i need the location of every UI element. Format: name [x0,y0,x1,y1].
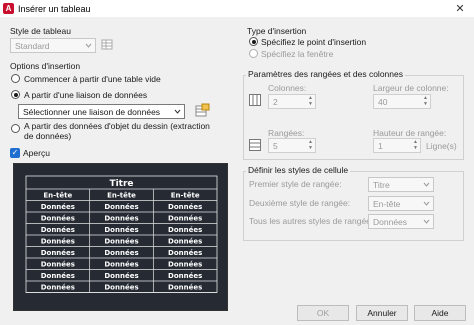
rows-value: 5 [273,140,278,151]
preview-cell-text: Données [41,238,75,246]
radio-data-link[interactable] [11,90,20,99]
radio-object-data-label: A partir des données d'objet du dessin (… [24,121,210,141]
table-preview: Titre En-tête En-tête En-tête Données Données… [13,163,228,311]
chevron-down-icon [423,219,430,224]
first-row-style-value: Titre [373,179,390,190]
title-bar: A Insérer un tableau ✕ [0,0,474,17]
cell-styles-label: Définir les styles de cellule [246,165,351,175]
chevron-down-icon [423,201,430,206]
insert-options-label: Options d'insertion [10,61,81,71]
first-row-style-label: Premier style de rangée: [249,179,342,189]
radio-object-data[interactable] [11,124,20,133]
second-row-style-value: En-tête [373,198,401,209]
preview-checkbox[interactable]: ✓ [10,148,20,158]
rows-cols-label: Paramètres des rangées et des colonnes [246,69,405,79]
chevron-down-icon [85,43,92,48]
preview-cell-text: Données [168,284,202,292]
preview-cell-text: Données [168,238,202,246]
radio-insertion-point[interactable] [249,37,258,46]
preview-cell-text: Données [41,249,75,257]
other-rows-style-label: Tous les autres styles de rangée: [249,216,374,226]
columns-icon [249,94,261,106]
column-width-value: 40 [378,96,388,107]
table-style-value: Standard [15,40,50,51]
preview-title-text: Titre [109,179,133,189]
row-height-spinner[interactable]: 1 ▲ ▼ [373,138,421,153]
chevron-down-icon [174,109,181,114]
other-rows-style-value: Données [373,216,408,227]
spinner-arrows-icon[interactable]: ▲ ▼ [412,140,419,151]
insertion-type-label: Type d'insertion [247,26,307,36]
autocad-app-icon: A [3,3,14,14]
preview-cell-text: Données [168,261,202,269]
preview-header-text: En-tête [171,192,200,200]
preview-cell-text: Données [104,226,138,234]
row-height-unit: Ligne(s) [426,141,457,151]
preview-header-text: En-tête [43,192,72,200]
preview-cell-text: Données [41,261,75,269]
preview-cell-text: Données [104,284,138,292]
preview-cell-text: Données [104,261,138,269]
spinner-arrows-icon[interactable]: ▲ ▼ [307,140,314,151]
window-title: Insérer un tableau [18,3,91,14]
preview-cell-text: Données [41,226,75,234]
preview-cell-text: Données [168,203,202,211]
help-button[interactable]: Aide [414,305,466,321]
preview-cell-text: Données [104,249,138,257]
radio-data-link-label: A partir d'une liaison de données [24,90,148,100]
data-link-manager-icon[interactable] [195,103,210,118]
column-width-spinner[interactable]: 40 ▲ ▼ [373,94,431,109]
spinner-arrows-icon[interactable]: ▲ ▼ [422,96,429,107]
column-width-label: Largeur de colonne: [373,83,449,93]
radio-empty-table-label: Commencer à partir d'une table vide [24,74,161,84]
radio-window-label: Spécifiez la fenêtre [261,49,334,59]
columns-value: 2 [273,96,278,107]
table-style-dialog-icon[interactable] [101,38,114,51]
spinner-arrows-icon[interactable]: ▲ ▼ [307,96,314,107]
rows-icon [249,139,261,151]
row-height-label: Hauteur de rangée: [373,128,447,138]
rows-spinner[interactable]: 5 ▲ ▼ [268,138,316,153]
radio-window[interactable] [249,49,258,58]
preview-cell-text: Données [104,215,138,223]
data-link-dropdown[interactable]: Sélectionner une liaison de données [18,104,185,119]
columns-label: Colonnes: [268,83,307,93]
preview-cell-text: Données [168,249,202,257]
preview-cell-text: Données [168,226,202,234]
data-link-value: Sélectionner une liaison de données [23,106,161,117]
first-row-style-dropdown[interactable]: Titre [368,177,434,192]
close-icon[interactable]: ✕ [452,1,468,15]
chevron-down-icon [423,182,430,187]
rows-label: Rangées: [268,128,305,138]
cancel-button[interactable]: Annuler [356,305,408,321]
preview-table-drawing: Titre En-tête En-tête En-tête Données Données… [25,175,218,293]
preview-cell-text: Données [104,203,138,211]
preview-cell-text: Données [41,215,75,223]
preview-cell-text: Données [168,272,202,280]
preview-cell-text: Données [41,284,75,292]
radio-empty-table[interactable] [11,74,20,83]
columns-spinner[interactable]: 2 ▲ ▼ [268,94,316,109]
radio-insertion-point-label: Spécifiez le point d'insertion [261,37,367,47]
second-row-style-dropdown[interactable]: En-tête [368,196,434,211]
second-row-style-label: Deuxième style de rangée: [249,198,351,208]
preview-cell-text: Données [104,272,138,280]
ok-button[interactable]: OK [297,305,349,321]
preview-header-text: En-tête [107,192,136,200]
row-height-value: 1 [378,140,383,151]
preview-cell-text: Données [168,215,202,223]
preview-cell-text: Données [104,238,138,246]
preview-cell-text: Données [41,272,75,280]
other-rows-style-dropdown[interactable]: Données [368,214,434,229]
table-style-label: Style de tableau [10,26,71,36]
table-style-dropdown[interactable]: Standard [10,38,96,53]
preview-checkbox-label: Aperçu [23,148,50,158]
preview-cell-text: Données [41,203,75,211]
